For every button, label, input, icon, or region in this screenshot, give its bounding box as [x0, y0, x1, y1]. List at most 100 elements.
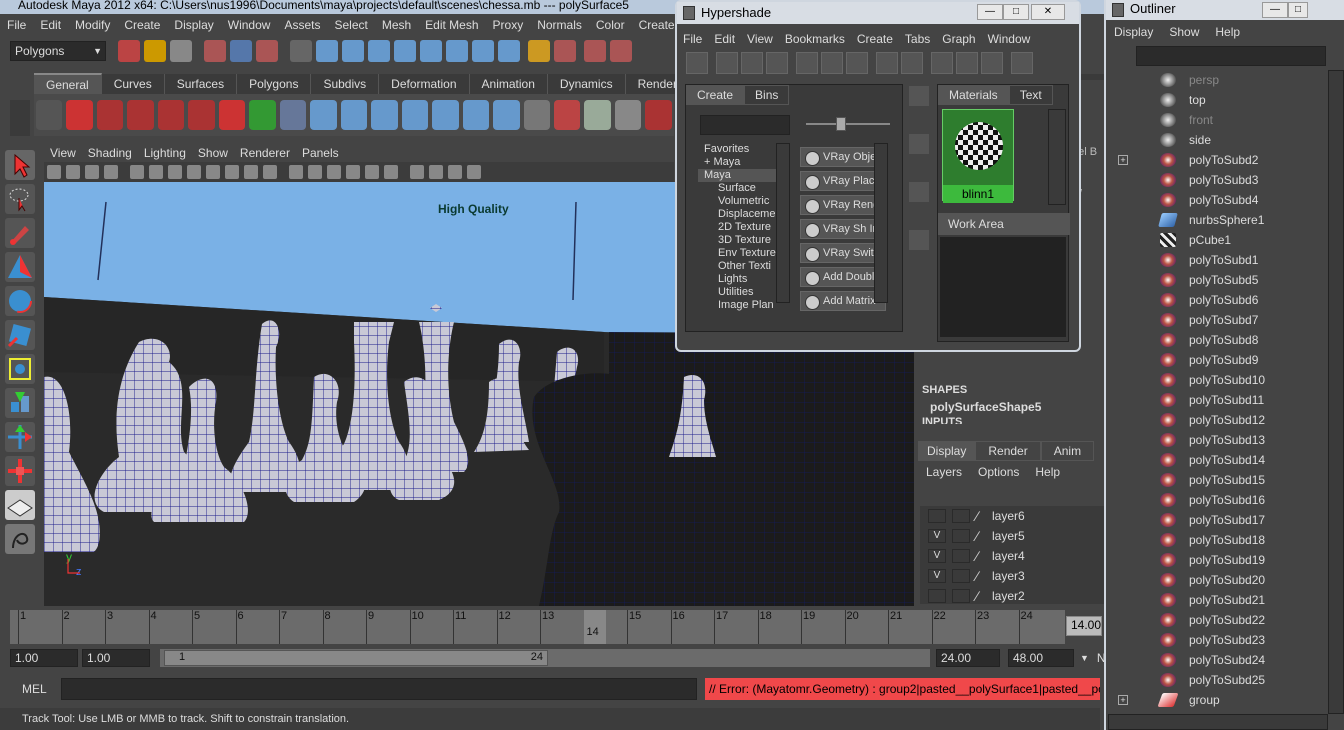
layer-name[interactable]: layer2 [992, 586, 1025, 604]
outliner-item[interactable]: polyToSubd7 [1108, 310, 1328, 330]
select-hierarchy-icon[interactable] [204, 40, 226, 62]
mask-dropdown-icon[interactable] [290, 40, 312, 62]
highlight-selection-icon[interactable] [554, 40, 576, 62]
viewport-menu-panels[interactable]: Panels [296, 145, 345, 162]
camera-attributes-icon[interactable] [47, 165, 61, 179]
xray-icon[interactable] [308, 165, 322, 179]
outliner-item[interactable]: polyToSubd11 [1108, 390, 1328, 410]
range-slider-handle[interactable]: 1 24 [164, 650, 548, 666]
graph-up-icon[interactable] [821, 52, 843, 74]
outliner-item[interactable]: + group [1108, 690, 1328, 710]
ambient-occlusion-icon[interactable] [365, 165, 379, 179]
wrap-icon[interactable] [279, 100, 307, 130]
outliner-item[interactable]: top [1108, 90, 1328, 110]
render-icon[interactable] [96, 100, 124, 130]
lock-icon[interactable] [528, 40, 550, 62]
time-tick[interactable]: 20 [844, 610, 859, 644]
layer-type-toggle[interactable] [952, 589, 970, 603]
outliner-item[interactable]: polyToSubd16 [1108, 490, 1328, 510]
layer-menu-help[interactable]: Help [1027, 465, 1068, 479]
time-tick[interactable]: 17 [714, 610, 728, 644]
ik-handle-icon[interactable] [371, 100, 398, 130]
shape-name[interactable]: polySurfaceShape5 [930, 400, 1041, 414]
menu-edit[interactable]: Edit [33, 14, 68, 36]
hypershade-menu-graph[interactable]: Graph [936, 30, 981, 48]
outliner-item[interactable]: polyToSubd15 [1108, 470, 1328, 490]
layer-type-toggle[interactable] [952, 569, 970, 583]
layer-tab-display[interactable]: Display [918, 441, 976, 461]
film-reel-icon[interactable] [36, 100, 63, 130]
select-misc-icon[interactable] [498, 40, 520, 62]
textured-icon[interactable] [225, 165, 239, 179]
tree-item[interactable]: Maya [698, 169, 788, 182]
close-icon[interactable]: ✕ [1031, 4, 1065, 20]
quick-layout-icon[interactable] [5, 524, 35, 554]
select-joints-icon[interactable] [342, 40, 364, 62]
outliner-item[interactable]: polyToSubd1 [1108, 250, 1328, 270]
xray-joints-icon[interactable] [327, 165, 341, 179]
outliner-item[interactable]: polyToSubd22 [1108, 610, 1328, 630]
toggle-panel-icon[interactable] [686, 52, 708, 74]
work-area-canvas[interactable] [940, 237, 1066, 337]
select-camera-icon[interactable] [410, 165, 424, 179]
shelf-tab-animation[interactable]: Animation [470, 74, 548, 94]
tree-scrollbar[interactable] [776, 143, 790, 303]
select-handles-icon[interactable] [316, 40, 338, 62]
lattice-icon[interactable] [432, 100, 459, 130]
time-tick[interactable]: 12 [496, 610, 511, 644]
time-tick[interactable]: 1 [18, 610, 26, 644]
rearrange-icon[interactable] [876, 52, 898, 74]
time-tick[interactable]: 22 [931, 610, 946, 644]
layer-name[interactable]: layer6 [992, 506, 1025, 526]
menu-file[interactable]: File [0, 14, 33, 36]
outliner-item[interactable]: polyToSubd17 [1108, 510, 1328, 530]
render-settings-icon[interactable] [157, 100, 185, 130]
time-tick[interactable]: 10 [409, 610, 424, 644]
side-tool-icon[interactable] [909, 134, 929, 154]
layer-tab-render[interactable]: Render [975, 441, 1041, 461]
hypershade-tab-create[interactable]: Create [686, 85, 745, 105]
new-scene-icon[interactable] [118, 40, 140, 62]
shadows-icon[interactable] [263, 165, 277, 179]
outliner-item[interactable]: polyToSubd9 [1108, 350, 1328, 370]
menu-modify[interactable]: Modify [68, 14, 117, 36]
hypershade-menu-bookmarks[interactable]: Bookmarks [779, 30, 851, 48]
work-area-tab[interactable]: Work Area [938, 213, 1070, 235]
shelf-tab-general[interactable]: General [34, 73, 102, 95]
hypershade-tab-text[interactable]: Text [1008, 85, 1053, 105]
icon-size-slider[interactable] [806, 123, 890, 125]
layer-row[interactable]: V ∕ layer5 [920, 526, 1104, 546]
layer-type-toggle[interactable] [952, 549, 970, 563]
outliner-item[interactable]: polyToSubd8 [1108, 330, 1328, 350]
hypershade-tab-materials[interactable]: Materials [938, 85, 1009, 105]
default-light-icon[interactable] [346, 165, 360, 179]
move-tool-icon[interactable] [5, 252, 35, 282]
outliner-item[interactable]: polyToSubd23 [1108, 630, 1328, 650]
save-scene-icon[interactable] [170, 40, 192, 62]
outliner-item[interactable]: polyToSubd25 [1108, 670, 1328, 690]
menu-edit-mesh[interactable]: Edit Mesh [418, 14, 485, 36]
mel-label[interactable]: MEL [22, 682, 47, 696]
time-tick[interactable]: 24 [1018, 610, 1033, 644]
time-tick[interactable]: 13 [540, 610, 554, 644]
hypergraph-icon[interactable] [553, 100, 581, 130]
layer-menu-layers[interactable]: Layers [918, 465, 970, 479]
viewport-menu-renderer[interactable]: Renderer [234, 145, 296, 162]
outliner-item[interactable]: polyToSubd3 [1108, 170, 1328, 190]
outliner-item[interactable]: polyToSubd10 [1108, 370, 1328, 390]
viewport-menu-show[interactable]: Show [192, 145, 234, 162]
time-tick[interactable]: 6 [235, 610, 244, 644]
menu-assets[interactable]: Assets [277, 14, 327, 36]
shelf-tab-dynamics[interactable]: Dynamics [548, 74, 626, 94]
shelf-tab-subdivs[interactable]: Subdivs [311, 74, 380, 94]
input-connections-icon[interactable] [931, 52, 953, 74]
select-surfaces-icon[interactable] [394, 40, 416, 62]
hypershade-menu-window[interactable]: Window [982, 30, 1037, 48]
shelf-menu-handle[interactable] [10, 100, 30, 136]
hypershade-tab-bins[interactable]: Bins [744, 85, 790, 105]
hypershade-menu-tabs[interactable]: Tabs [899, 30, 936, 48]
mel-input[interactable] [60, 678, 698, 700]
select-component-icon[interactable] [256, 40, 278, 62]
blend-shape-icon[interactable] [462, 100, 490, 130]
paint-icon[interactable] [645, 100, 672, 130]
